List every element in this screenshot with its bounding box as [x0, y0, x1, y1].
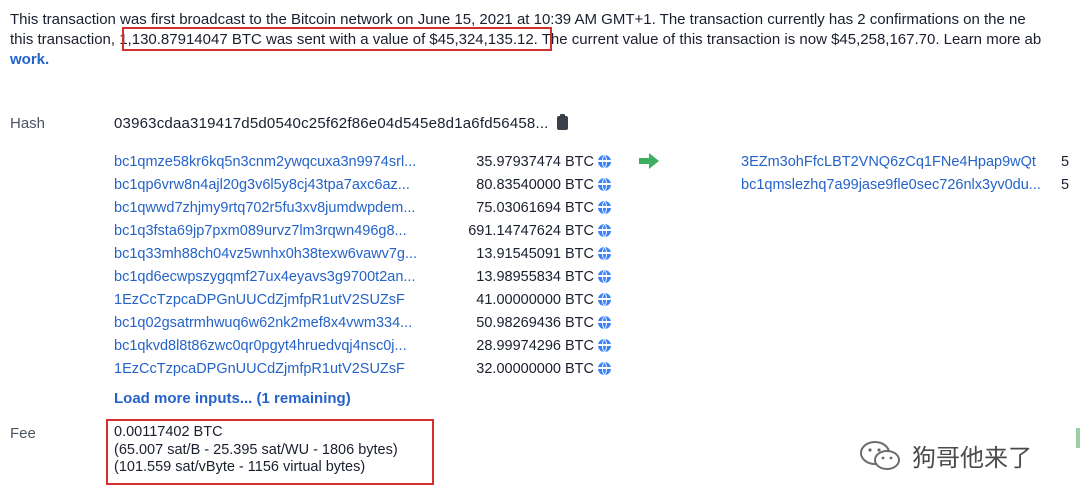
output-amount: 5 [1061, 153, 1070, 170]
globe-icon[interactable] [598, 293, 611, 306]
input-row: bc1qkvd8l8t86zwc0qr0pgyt4hruedvqj4nsc0j.… [114, 334, 611, 357]
input-row: 1EzCcTzpcaDPGnUUCdZjmfpR1utV2SUZsF 41.000… [114, 288, 611, 311]
input-address[interactable]: bc1qmze58kr6kq5n3cnm2ywqcuxa3n9974srl... [114, 154, 449, 170]
watermark-text: 狗哥他来了 [912, 445, 1032, 472]
wechat-icon [860, 440, 900, 470]
input-row: bc1qd6ecwpszygqmf27ux4eyavs3g9700t2an...… [114, 265, 611, 288]
input-address[interactable]: 1EzCcTzpcaDPGnUUCdZjmfpR1utV2SUZsF [114, 292, 449, 308]
input-row: bc1q33mh88ch04vz5wnhx0h38texw6vawv7g... 1… [114, 242, 611, 265]
input-address[interactable]: bc1q33mh88ch04vz5wnhx0h38texw6vawv7g... [114, 246, 449, 262]
input-row: 1EzCcTzpcaDPGnUUCdZjmfpR1utV2SUZsF 32.000… [114, 357, 611, 380]
input-address[interactable]: bc1q3fsta69jp7pxm089urvz7lm3rqwn496g8... [114, 223, 449, 239]
fee-rate-vbytes: (101.559 sat/vByte - 1156 virtual bytes) [114, 459, 366, 475]
input-amount: 41.00000000 BTC [476, 291, 594, 308]
fee-label: Fee [10, 425, 36, 442]
output-row: bc1qmslezhq7a99jase9fle0sec726nlx3yv0du.… [741, 173, 1069, 196]
output-amount: 5 [1061, 176, 1070, 193]
globe-icon[interactable] [598, 362, 611, 375]
globe-icon[interactable] [598, 247, 611, 260]
input-address[interactable]: 1EzCcTzpcaDPGnUUCdZjmfpR1utV2SUZsF [114, 361, 449, 377]
fee-rate-bytes: (65.007 sat/B - 25.395 sat/WU - 1806 byt… [114, 441, 398, 458]
fee-details: 0.00117402 BTC (65.007 sat/B - 25.395 sa… [114, 424, 398, 477]
arrow-right-icon [639, 153, 659, 169]
globe-icon[interactable] [598, 155, 611, 168]
input-amount: 35.97937474 BTC [476, 153, 594, 170]
input-address[interactable]: bc1q02gsatrmhwuq6w62nk2mef8x4vwm334... [114, 315, 449, 331]
summary-highlight-box [122, 27, 552, 51]
input-row: bc1q02gsatrmhwuq6w62nk2mef8x4vwm334... 50… [114, 311, 611, 334]
input-address[interactable]: bc1qp6vrw8n4ajl20g3v6l5y8cj43tpa7axc6az.… [114, 177, 449, 193]
edge-fragment [1076, 428, 1080, 448]
clipboard-icon[interactable] [556, 114, 568, 130]
input-address[interactable]: bc1qd6ecwpszygqmf27ux4eyavs3g9700t2an... [114, 269, 449, 285]
input-row: bc1q3fsta69jp7pxm089urvz7lm3rqwn496g8...… [114, 219, 611, 242]
input-amount: 50.98269436 BTC [476, 314, 594, 331]
input-amount: 32.00000000 BTC [476, 360, 594, 377]
watermark: 狗哥他来了 [858, 438, 1032, 473]
input-row: bc1qwwd7zhjmy9rtq702r5fu3xv8jumdwpdem...… [114, 196, 611, 219]
input-amount: 28.99974296 BTC [476, 337, 594, 354]
load-more-inputs-link[interactable]: Load more inputs... (1 remaining) [114, 390, 351, 407]
input-amount: 80.83540000 BTC [476, 176, 594, 193]
globe-icon[interactable] [598, 316, 611, 329]
globe-icon[interactable] [598, 224, 611, 237]
inputs-list: bc1qmze58kr6kq5n3cnm2ywqcuxa3n9974srl...… [114, 150, 611, 380]
input-row: bc1qmze58kr6kq5n3cnm2ywqcuxa3n9974srl...… [114, 150, 611, 173]
input-address[interactable]: bc1qwwd7zhjmy9rtq702r5fu3xv8jumdwpdem... [114, 200, 449, 216]
learn-more-link[interactable]: work. [10, 51, 49, 68]
globe-icon[interactable] [598, 178, 611, 191]
hash-label: Hash [10, 115, 46, 132]
input-row: bc1qp6vrw8n4ajl20g3v6l5y8cj43tpa7axc6az.… [114, 173, 611, 196]
input-address[interactable]: bc1qkvd8l8t86zwc0qr0pgyt4hruedvqj4nsc0j.… [114, 338, 449, 354]
summary-line-2-pre: this transaction, [10, 31, 120, 48]
fee-btc: 0.00117402 BTC [114, 424, 223, 440]
hash-row: 03963cdaa319417d5d0540c25f62f86e04d545e8… [114, 114, 568, 132]
summary-line-2-post: The current value of this transaction is… [537, 31, 1042, 48]
output-address[interactable]: 3EZm3ohFfcLBT2VNQ6zCq1FNe4Hpap9wQt [741, 154, 1061, 170]
output-row: 3EZm3ohFfcLBT2VNQ6zCq1FNe4Hpap9wQt 5 [741, 150, 1069, 173]
hash-value[interactable]: 03963cdaa319417d5d0540c25f62f86e04d545e8… [114, 115, 549, 132]
output-address[interactable]: bc1qmslezhq7a99jase9fle0sec726nlx3yv0du.… [741, 177, 1061, 193]
globe-icon[interactable] [598, 339, 611, 352]
input-amount: 691.14747624 BTC [468, 222, 594, 239]
input-amount: 13.91545091 BTC [476, 245, 594, 262]
input-amount: 75.03061694 BTC [476, 199, 594, 216]
globe-icon[interactable] [598, 270, 611, 283]
input-amount: 13.98955834 BTC [476, 268, 594, 285]
outputs-list: 3EZm3ohFfcLBT2VNQ6zCq1FNe4Hpap9wQt 5 bc1qm… [741, 150, 1069, 196]
globe-icon[interactable] [598, 201, 611, 214]
